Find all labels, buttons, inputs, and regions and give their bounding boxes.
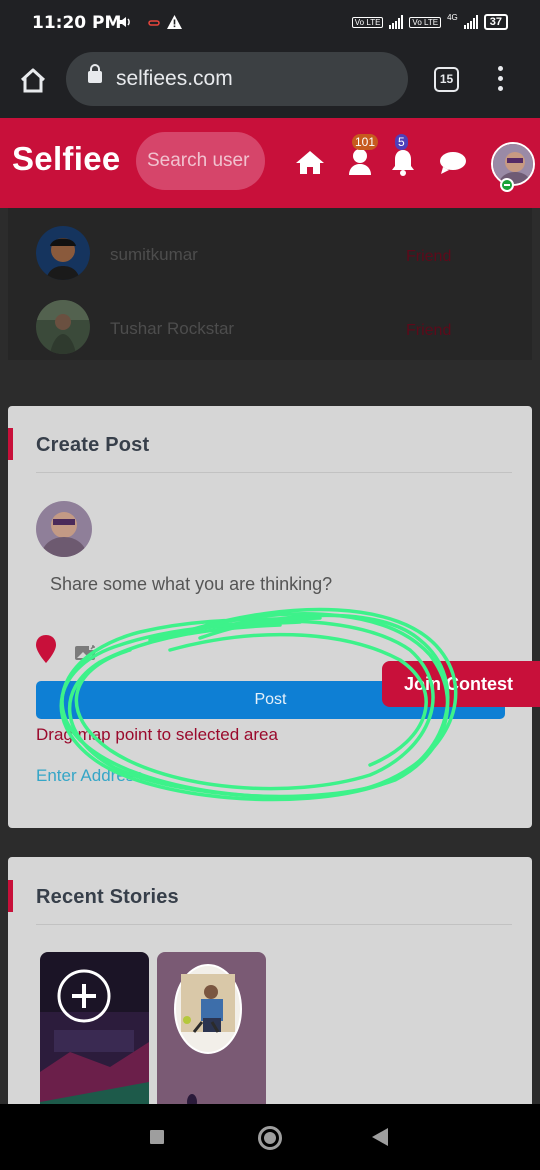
post-input[interactable]: Share some what you are thinking? [50,574,332,595]
join-contest-button[interactable]: Join Contest [382,661,540,707]
user-icon[interactable] [348,148,372,181]
chat-icon[interactable] [439,151,467,180]
friend-row[interactable]: Tushar Rockstar Friend [8,290,532,364]
add-story-tile[interactable] [40,952,149,1122]
volte-icon: Vo LTE [351,16,384,28]
profile-avatar[interactable] [491,142,535,186]
browser-menu-icon[interactable] [498,66,504,96]
friend-status: Friend [406,248,452,265]
lock-icon [88,64,102,83]
url-text: selfiees.com [116,67,233,90]
recent-stories-card: Recent Stories [8,857,532,1122]
site-header: Selfiee 101 5 [0,118,540,208]
battery-icon: 37 [483,14,508,30]
friend-status: Friend [406,322,452,339]
friend-avatar [36,226,90,280]
create-post-title: Create Post [36,434,150,456]
card-accent [8,428,13,460]
post-author-avatar [36,501,92,557]
browser-home-icon[interactable] [18,66,48,96]
friend-requests-badge: 101 [352,134,379,150]
online-status-icon [500,178,514,192]
search-input[interactable] [136,132,265,190]
map-drag-hint: Drag map point to selected area [36,725,278,744]
battery-level: 37 [489,16,502,28]
notifications-badge: 5 [395,134,408,150]
status-time: 11:20 PM [32,13,122,33]
address-bar[interactable]: selfiees.com [66,52,408,106]
recent-stories-title: Recent Stories [36,886,179,908]
bell-icon[interactable] [391,148,415,181]
friend-row[interactable]: sumitkumar Friend [8,216,532,290]
volte-icon-2: Vo LTE [409,16,442,28]
status-right: Vo LTE Vo LTE 4G 37 [351,13,508,30]
network-type: 4G [447,13,458,22]
image-icon[interactable] [74,644,98,667]
story-tile[interactable] [157,952,266,1122]
signal-icon [389,15,404,29]
friend-name[interactable]: sumitkumar [110,245,198,265]
friend-avatar [36,300,90,354]
warning-icon [166,14,183,33]
tab-switcher-button[interactable]: 15 [434,67,459,92]
create-post-card: Create Post Share some what you are thin… [8,406,532,828]
system-navigation-bar [0,1104,540,1170]
enter-address-link[interactable]: Enter Address [36,766,143,786]
friend-name[interactable]: Tushar Rockstar [110,319,234,339]
card-accent [8,880,13,912]
home-icon[interactable] [295,149,325,180]
map-pin-icon[interactable] [35,634,57,669]
screen: 11:20 PM Vo LTE Vo LTE 4G 37 selfiees.co… [0,0,540,1170]
back-button[interactable] [372,1128,388,1146]
browser-toolbar: selfiees.com 15 [0,48,540,118]
data-saver-icon [148,16,160,32]
site-logo[interactable]: Selfiee [12,140,121,178]
home-button[interactable] [258,1126,282,1150]
signal-icon-2 [463,15,478,29]
status-bar: 11:20 PM Vo LTE Vo LTE 4G 37 [0,0,540,48]
divider [36,924,512,925]
friends-list: sumitkumar Friend Tushar Rockstar Friend [8,208,532,360]
recents-button[interactable] [150,1130,164,1144]
volume-icon [117,14,133,33]
divider [36,472,512,473]
